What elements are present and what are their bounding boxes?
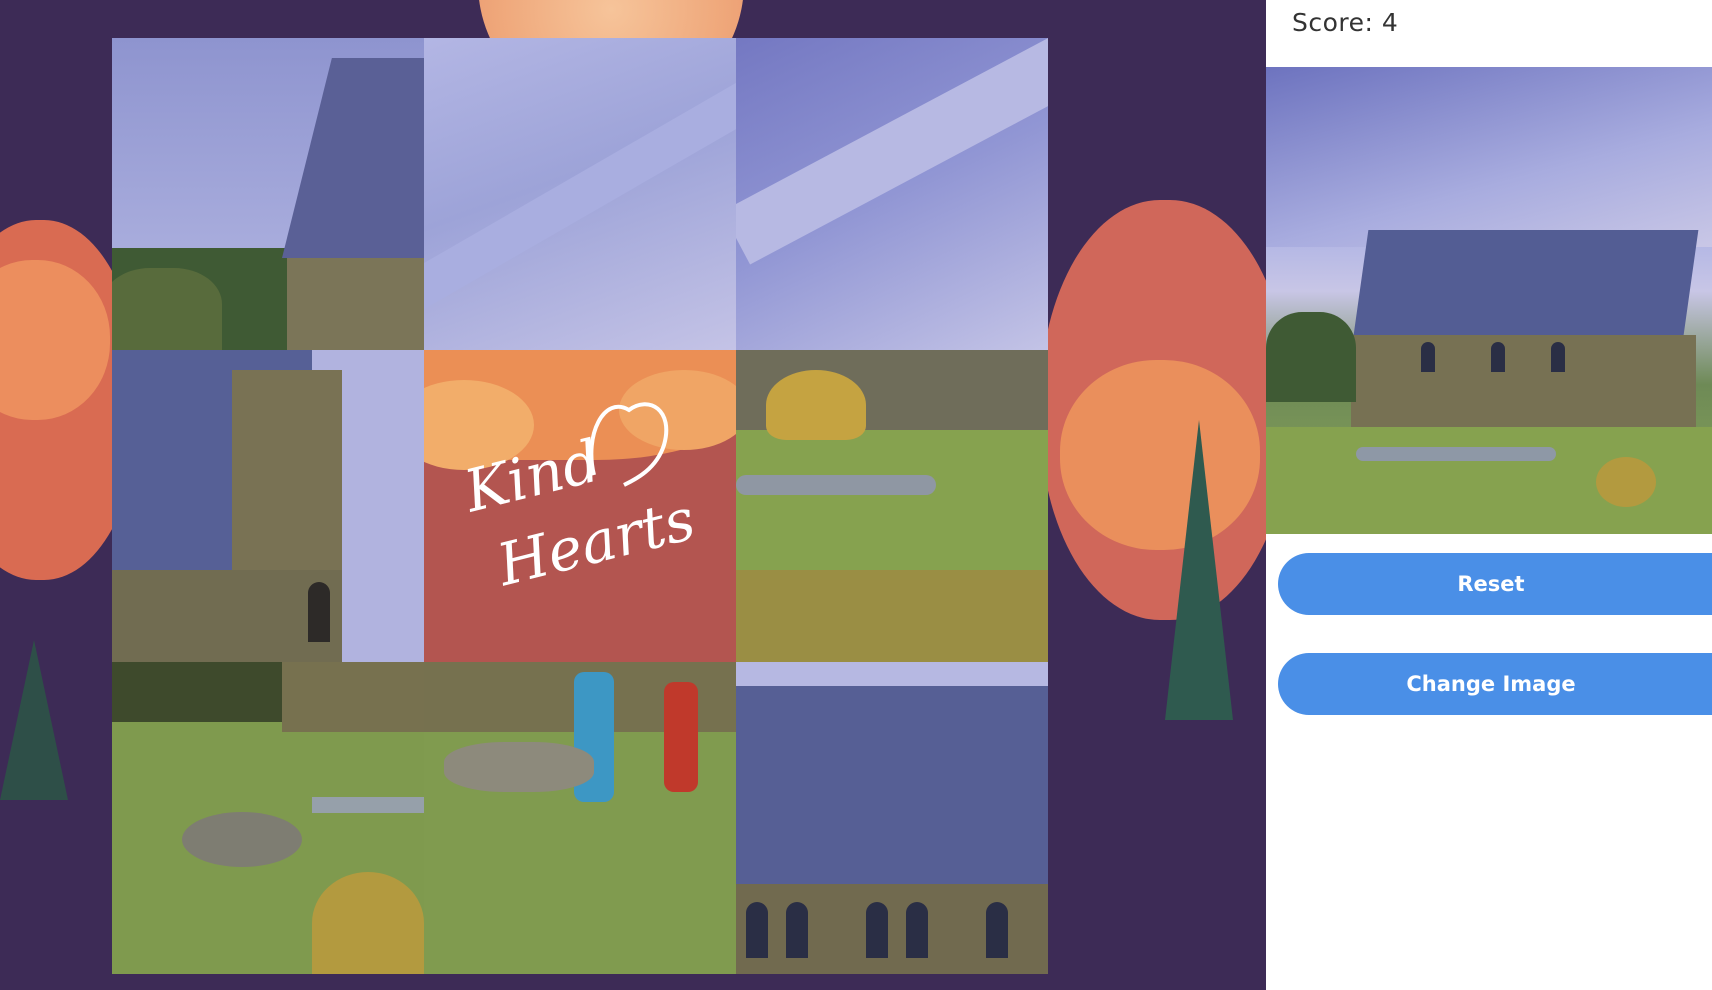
puzzle-tile[interactable] bbox=[736, 662, 1048, 974]
puzzle-tile[interactable] bbox=[736, 38, 1048, 350]
background-tree-right bbox=[1165, 420, 1233, 720]
puzzle-board: Kind Hearts bbox=[112, 38, 1048, 974]
puzzle-tile[interactable] bbox=[424, 662, 736, 974]
puzzle-tile[interactable] bbox=[736, 350, 1048, 662]
game-stage: Kind Hearts bbox=[0, 0, 1266, 990]
puzzle-tile[interactable] bbox=[424, 38, 736, 350]
puzzle-tile[interactable] bbox=[112, 662, 424, 974]
kind-hearts-logo-tile[interactable]: Kind Hearts bbox=[424, 350, 736, 662]
reset-button[interactable]: Reset bbox=[1278, 553, 1712, 615]
puzzle-tile[interactable] bbox=[112, 350, 424, 662]
change-image-button[interactable]: Change Image bbox=[1278, 653, 1712, 715]
background-tree-left bbox=[0, 640, 68, 800]
score-label: Score: 4 bbox=[1292, 8, 1399, 37]
side-panel: Score: 4 Reset Change Image bbox=[1266, 0, 1712, 990]
reference-image bbox=[1266, 67, 1712, 534]
puzzle-tile[interactable] bbox=[112, 38, 424, 350]
